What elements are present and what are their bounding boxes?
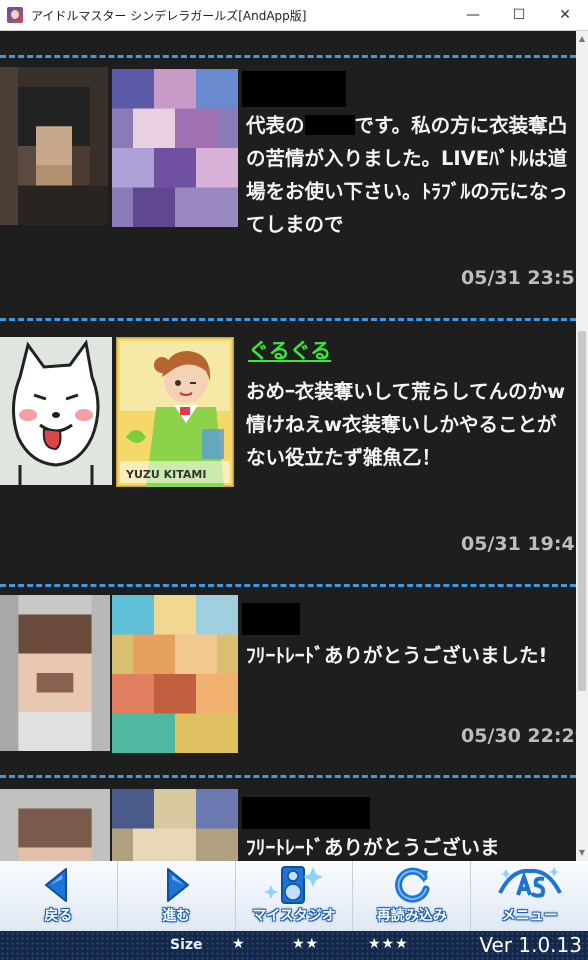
post-timestamp: 05/30 22:29 (461, 725, 576, 747)
user-avatar[interactable] (0, 337, 112, 485)
status-bar: Size ★ ★★ ★★★ Ver 1.0.13 (0, 931, 588, 960)
pixelated-card-image (112, 69, 238, 227)
reload-label: 再読み込み (376, 908, 447, 924)
forward-arrow-icon (167, 868, 190, 902)
user-avatar[interactable] (0, 67, 108, 225)
back-label: 戻る (44, 908, 73, 924)
size-label: Size (170, 937, 203, 953)
my-studio-button[interactable]: マイスタジオ (236, 861, 354, 931)
speaker-icon (263, 866, 323, 904)
my-studio-label: マイスタジオ (252, 908, 336, 924)
post-message: ﾌﾘｰﾄﾚｰﾄﾞありがとうございました! (246, 644, 548, 667)
idol-card-image[interactable] (112, 789, 238, 861)
size-medium-button[interactable]: ★★ (292, 936, 319, 952)
menu-button[interactable]: メニュー (471, 861, 588, 931)
post-message: ﾌﾘｰﾄﾚｰﾄﾞありがとうございま (246, 836, 500, 859)
pixelated-card-image (112, 789, 238, 861)
maximize-button[interactable]: ☐ (496, 0, 542, 30)
cat-avatar-image (0, 337, 112, 485)
forward-button[interactable]: 進む (118, 861, 236, 931)
user-avatar[interactable] (0, 789, 110, 861)
scroll-thumb[interactable] (578, 331, 586, 691)
card-name-label: YUZU KITAMI (125, 468, 206, 481)
username-censored[interactable] (242, 603, 300, 635)
app-icon (7, 7, 23, 23)
pixelated-card-image (112, 595, 238, 753)
minimize-button[interactable]: — (450, 0, 496, 30)
message-board[interactable]: 代表の です。私の方に衣装奪凸の苦情が入りました。LIVEﾊﾞﾄﾙは道場をお使い下… (0, 31, 576, 861)
window-title-bar: アイドルマスター シンデレラガールズ[AndApp版] — ☐ ✕ (0, 0, 588, 31)
version-label: Ver 1.0.13 (479, 933, 582, 957)
post-message: 代表の です。私の方に衣装奪凸の苦情が入りました。LIVEﾊﾞﾄﾙは道場をお使い下… (246, 114, 568, 236)
post-timestamp: 05/31 19:47 (461, 533, 576, 555)
reload-button[interactable]: 再読み込み (353, 861, 472, 931)
username-censored[interactable] (242, 797, 370, 829)
idol-card-image[interactable]: YUZU KITAMI (116, 337, 234, 487)
username-censored[interactable] (242, 71, 346, 107)
vertical-scrollbar[interactable]: ▲ ▼ (576, 31, 588, 861)
post-divider (0, 318, 576, 321)
post-divider (0, 775, 576, 778)
scroll-down-arrow-icon[interactable]: ▼ (576, 845, 588, 861)
forward-label: 進む (162, 908, 191, 924)
pixelated-avatar-image (0, 789, 110, 861)
censored-text (304, 115, 355, 135)
scroll-up-arrow-icon[interactable]: ▲ (576, 31, 588, 47)
bottom-navigation: 戻る 進む マイスタジオ 再読み込み メニュー (0, 861, 588, 931)
back-button[interactable]: 戻る (0, 861, 118, 931)
size-large-button[interactable]: ★★★ (368, 936, 409, 952)
post-timestamp: 05/31 23:57 (461, 267, 576, 289)
reload-icon (394, 867, 430, 903)
post-divider (0, 584, 576, 587)
close-button[interactable]: ✕ (542, 0, 588, 30)
post-divider (0, 55, 576, 58)
idol-card-image[interactable] (112, 595, 238, 753)
idol-card-image[interactable] (112, 69, 238, 227)
username-link[interactable]: ぐるぐる (248, 335, 331, 365)
menu-label: メニュー (501, 908, 558, 924)
pixelated-avatar-image (0, 67, 108, 225)
post-message: おめｰ衣装奪いして荒らしてんのかw情けねえw衣装奪いしかやることがない役立たず雑… (246, 380, 566, 469)
menu-logo-icon (497, 867, 562, 898)
window-title: アイドルマスター シンデレラガールズ[AndApp版] (31, 8, 307, 23)
pixelated-avatar-image (0, 595, 110, 751)
back-arrow-icon (45, 868, 68, 902)
user-avatar[interactable] (0, 595, 110, 751)
size-small-button[interactable]: ★ (232, 936, 246, 952)
yuzu-card-image: YUZU KITAMI (116, 337, 234, 487)
